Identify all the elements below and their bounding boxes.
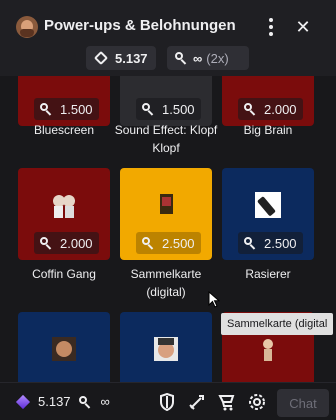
key-icon xyxy=(40,103,52,115)
reward-tile[interactable]: 2.500 xyxy=(222,168,314,260)
chat-footer: 5.137 ∞ Chat xyxy=(0,382,336,420)
face-icon xyxy=(154,337,178,361)
mouse-cursor-icon xyxy=(208,291,220,308)
reward-tooltip: Sammelkarte (digital xyxy=(221,313,334,335)
reward-cost: 2.500 xyxy=(238,232,303,254)
key-icon xyxy=(142,237,154,249)
reward-cost: 2.000 xyxy=(34,232,99,254)
reward-tile[interactable]: 1.500 xyxy=(18,76,110,126)
cart-icon xyxy=(218,395,235,411)
channel-points-balance[interactable]: 5.137 xyxy=(86,46,156,70)
shop-button[interactable] xyxy=(217,392,237,412)
reward-cost: 1.500 xyxy=(34,98,99,120)
key-icon xyxy=(175,52,187,64)
key-icon xyxy=(142,103,154,115)
shield-icon xyxy=(160,393,174,411)
figure-icon xyxy=(263,339,273,361)
reward-tile[interactable]: 2.000 xyxy=(222,76,314,126)
keys-balance[interactable]: ∞ (2x) xyxy=(167,46,249,70)
channel-points-icon xyxy=(93,50,109,66)
reward-label: Coffin Gang xyxy=(32,267,96,281)
mod-shield-button[interactable] xyxy=(157,392,177,412)
reward-cost: 1.500 xyxy=(136,98,201,120)
reward-tile[interactable]: 2.000 xyxy=(18,168,110,260)
rewards-grid: 1.500 Bluescreen 1.500 Sound Effect: Klo… xyxy=(0,76,336,382)
close-icon: ✕ xyxy=(295,16,311,37)
rewards-header: Power-ups & Belohnungen ✕ 5.137 ∞ (2x) xyxy=(0,0,336,76)
panel-title: Power-ups & Belohnungen xyxy=(44,17,236,34)
reward-tile[interactable] xyxy=(120,312,212,382)
reward-label: Bluescreen xyxy=(33,123,95,137)
reward-label: Sound Effect: Klopf Klopf xyxy=(114,123,218,155)
footer-points-value: 5.137 xyxy=(38,394,71,409)
coffin-gang-icon xyxy=(53,195,75,218)
razor-icon xyxy=(255,192,281,218)
sword-icon xyxy=(189,395,204,410)
reward-label: Rasierer xyxy=(245,267,291,281)
key-icon xyxy=(78,395,91,408)
reward-label: Big Brain xyxy=(243,123,293,137)
more-options-dot xyxy=(269,25,273,29)
key-icon xyxy=(244,237,256,249)
close-button[interactable]: ✕ xyxy=(289,13,317,41)
reward-tile[interactable]: 2.500 xyxy=(120,168,212,260)
footer-points[interactable]: 5.137 ∞ xyxy=(15,394,110,409)
settings-icon xyxy=(249,394,265,410)
keys-multiplier: (2x) xyxy=(206,50,229,66)
more-options-button[interactable] xyxy=(257,13,285,41)
reward-label: Sammelkarte (digital) xyxy=(130,267,202,299)
trading-card-icon xyxy=(160,194,173,214)
reward-tile[interactable]: 1.500 xyxy=(120,76,212,126)
face-icon xyxy=(52,337,76,361)
settings-button[interactable] xyxy=(247,392,267,412)
key-icon xyxy=(40,237,52,249)
battle-button[interactable] xyxy=(187,392,207,412)
footer-keys-value: ∞ xyxy=(100,394,110,409)
chat-button[interactable]: Chat xyxy=(277,389,329,417)
reward-tile[interactable] xyxy=(18,312,110,382)
reward-cost: 2.500 xyxy=(136,232,201,254)
key-icon xyxy=(244,103,256,115)
channel-points-icon xyxy=(15,394,31,409)
channel-avatar-icon xyxy=(16,16,38,38)
reward-cost: 2.000 xyxy=(238,98,303,120)
keys-value: ∞ xyxy=(193,50,203,66)
more-options-dot xyxy=(269,32,273,36)
channel-points-value: 5.137 xyxy=(115,50,148,66)
more-options-icon xyxy=(269,18,273,22)
